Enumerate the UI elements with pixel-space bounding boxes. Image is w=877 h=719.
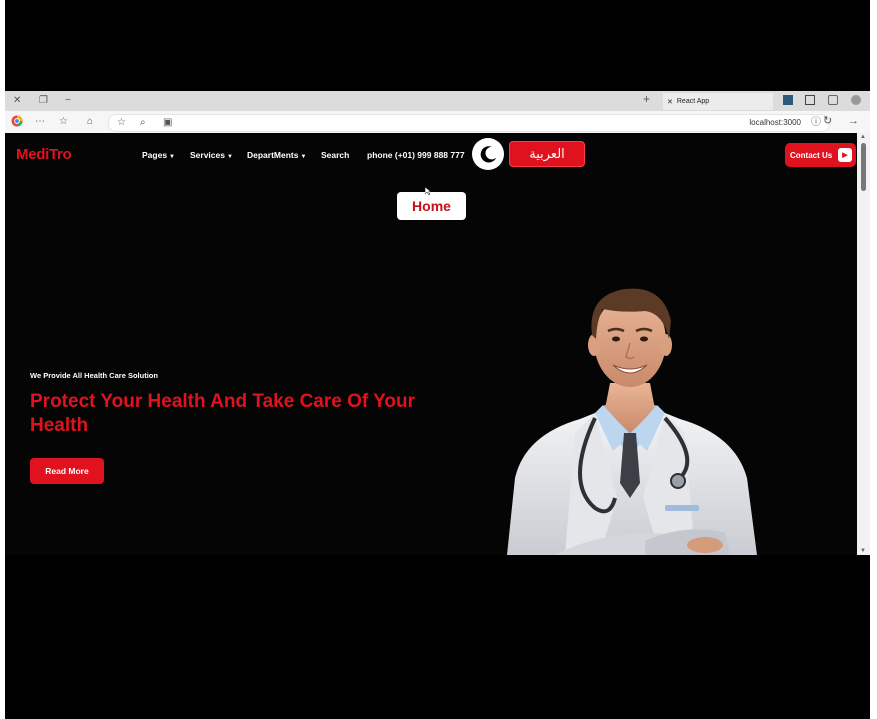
close-window-icon[interactable]: ✕ [13,94,21,108]
restore-window-icon[interactable]: ❐ [39,94,48,108]
phone-number: phone (+01) 999 888 777 [367,150,465,160]
nav-departments-label: DepartMents [247,150,299,160]
nav-services-label: Services [190,150,225,160]
nav-services[interactable]: Services ▼ [190,150,233,160]
extension-icon[interactable] [783,95,793,105]
new-tab-icon[interactable]: + [643,92,650,106]
read-more-button[interactable]: Read More [30,458,104,484]
site-logo[interactable]: MediTro [16,146,72,163]
nav-pages[interactable]: Pages ▼ [142,150,175,160]
caret-down-icon: ▼ [226,154,233,160]
browser-logo-icon[interactable] [11,115,23,131]
play-arrow-icon: ▶ [838,148,852,162]
reload-icon[interactable]: ↻ [823,115,832,127]
dark-mode-toggle[interactable] [472,138,504,170]
browser-toolbar: ⋯ ☆ ⌂ ☆ ⌕ ▣ localhost:3000 ⓘ ↻ → [5,111,870,134]
browser-tab[interactable]: ✕ React App [663,93,773,110]
scroll-up-icon[interactable]: ▲ [860,134,866,140]
scroll-down-icon[interactable]: ▼ [860,548,866,554]
url-text: localhost:3000 [749,118,801,127]
browser-window: ✕ ❐ − + ✕ React App ⋯ ☆ ⌂ ☆ ⌕ ▣ localhos… [5,91,870,555]
window-icon[interactable] [805,95,815,105]
star-icon[interactable]: ☆ [117,117,126,129]
favorites-icon[interactable]: ☆ [59,116,68,128]
tab-title: React App [676,98,710,105]
page-viewport: MediTro Pages ▼ Services ▼ DepartMents ▼ Se… [5,133,857,555]
scroll-thumb[interactable] [861,143,866,191]
browser-title-bar: ✕ ❐ − + ✕ React App [5,91,870,111]
caret-down-icon: ▼ [169,154,175,160]
address-bar[interactable]: ☆ ⌕ ▣ localhost:3000 ⓘ [108,114,830,132]
minimize-window-icon[interactable]: − [65,94,71,108]
hero-subtitle: We Provide All Health Care Solution [30,371,158,380]
contact-us-button[interactable]: Contact Us ▶ [785,143,856,167]
mouse-cursor-icon [425,187,431,195]
reader-icon[interactable]: ▣ [163,117,172,129]
more-options-icon[interactable]: ⋯ [35,116,45,128]
language-button[interactable]: العربية [509,141,585,167]
collections-icon[interactable] [828,95,838,105]
page-scrollbar[interactable]: ▲ ▼ [857,133,870,555]
home-tooltip: Home [397,192,466,220]
arrow-right-icon[interactable]: → [848,115,859,127]
doctor-image [507,288,757,555]
moon-icon [480,146,497,163]
nav-departments[interactable]: DepartMents ▼ [247,150,306,160]
zoom-icon[interactable]: ⌕ [140,117,146,129]
caret-down-icon: ▼ [300,154,307,160]
nav-pages-label: Pages [142,150,168,160]
hero-headline: Protect Your Health And Take Care Of You… [30,391,416,436]
profile-icon[interactable] [851,95,861,105]
info-icon[interactable]: ⓘ [811,117,821,129]
nav-search[interactable]: Search [321,150,349,160]
contact-us-label: Contact Us [790,150,833,160]
tab-close-icon[interactable]: ✕ [667,98,673,106]
home-icon[interactable]: ⌂ [87,116,93,128]
